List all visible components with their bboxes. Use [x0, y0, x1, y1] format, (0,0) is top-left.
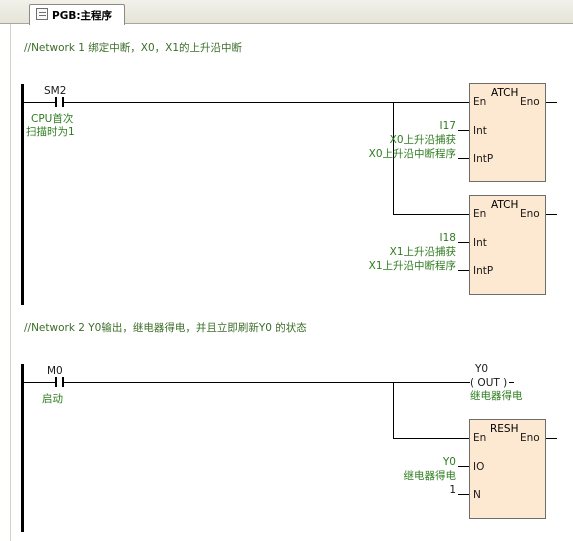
int-stub: [458, 242, 469, 243]
pin-intp: IntP: [473, 153, 494, 165]
intp-stub: [458, 270, 469, 271]
eno-stub: [546, 438, 557, 439]
coil-y0-symbol[interactable]: ( OUT ): [470, 377, 507, 389]
atch2-int-desc: X1上升沿捕获: [389, 246, 456, 258]
contact-sm2-name: SM2: [44, 85, 67, 97]
pin-en: En: [473, 96, 487, 108]
editor-tab-strip: PGB:主程序: [0, 0, 573, 25]
atch1-intp-value[interactable]: X0上升沿中断程序: [369, 148, 456, 160]
pin-eno: Eno: [520, 208, 540, 220]
atch1-int-desc: X0上升沿捕获: [389, 134, 456, 146]
eno-stub: [546, 214, 557, 215]
wire: [393, 438, 469, 439]
contact-sm2-desc-line2: 扫描时为1: [26, 126, 75, 138]
wire: [24, 382, 56, 383]
block-title: ATCH: [491, 199, 519, 211]
coil-y0-desc: 继电器得电: [470, 390, 523, 402]
pin-io: IO: [473, 461, 485, 473]
atch-block-2[interactable]: ATCH En Eno Int IntP: [469, 195, 546, 295]
network2-power-rail: [21, 364, 24, 532]
int-stub: [458, 130, 469, 131]
wire: [64, 102, 469, 103]
block-title: ATCH: [491, 87, 519, 99]
network2-comment[interactable]: //Network 2 Y0输出，继电器得电，并且立即刷新Y0 的状态: [24, 320, 307, 335]
wire: [64, 382, 470, 383]
io-stub: [458, 466, 469, 467]
program-icon: [36, 8, 48, 20]
pin-eno: Eno: [520, 96, 540, 108]
resh-block[interactable]: RESH En Eno IO N: [469, 419, 546, 519]
wire: [24, 102, 56, 103]
tab-label: PGB:主程序: [52, 10, 113, 22]
contact-m0-left-bar[interactable]: [55, 377, 57, 387]
atch2-intp-value[interactable]: X1上升沿中断程序: [369, 260, 456, 272]
contact-m0-name: M0: [47, 365, 63, 377]
pin-eno: Eno: [520, 432, 540, 444]
pin-n: N: [473, 489, 481, 501]
contact-sm2-left-bar[interactable]: [55, 97, 57, 107]
network1-comment[interactable]: //Network 1 绑定中断，X0，X1的上升沿中断: [24, 40, 242, 55]
resh-io-desc: 继电器得电: [403, 470, 457, 482]
atch2-int-value[interactable]: I18: [440, 232, 456, 244]
intp-stub: [458, 158, 469, 159]
wire: [393, 214, 469, 215]
block-title: RESH: [490, 423, 519, 435]
atch-block-1[interactable]: ATCH En Eno Int IntP: [469, 83, 546, 182]
contact-sm2-desc-line1: CPU首次: [31, 113, 74, 125]
atch1-int-value[interactable]: I17: [440, 120, 456, 132]
resh-io-value[interactable]: Y0: [443, 456, 456, 468]
eno-stub: [546, 102, 557, 103]
branch-wire: [393, 382, 394, 438]
pin-int: Int: [473, 237, 487, 249]
n-stub: [458, 494, 469, 495]
pin-en: En: [473, 208, 487, 220]
network1-power-rail: [21, 84, 24, 305]
pin-intp: IntP: [473, 265, 494, 277]
contact-m0-desc: 启动: [42, 393, 63, 405]
pin-int: Int: [473, 125, 487, 137]
pin-en: En: [473, 432, 487, 444]
resh-n-value[interactable]: 1: [449, 484, 456, 496]
coil-y0-name: Y0: [475, 363, 489, 375]
tab-main-program[interactable]: PGB:主程序: [29, 4, 125, 25]
coil-stub: [509, 382, 514, 383]
